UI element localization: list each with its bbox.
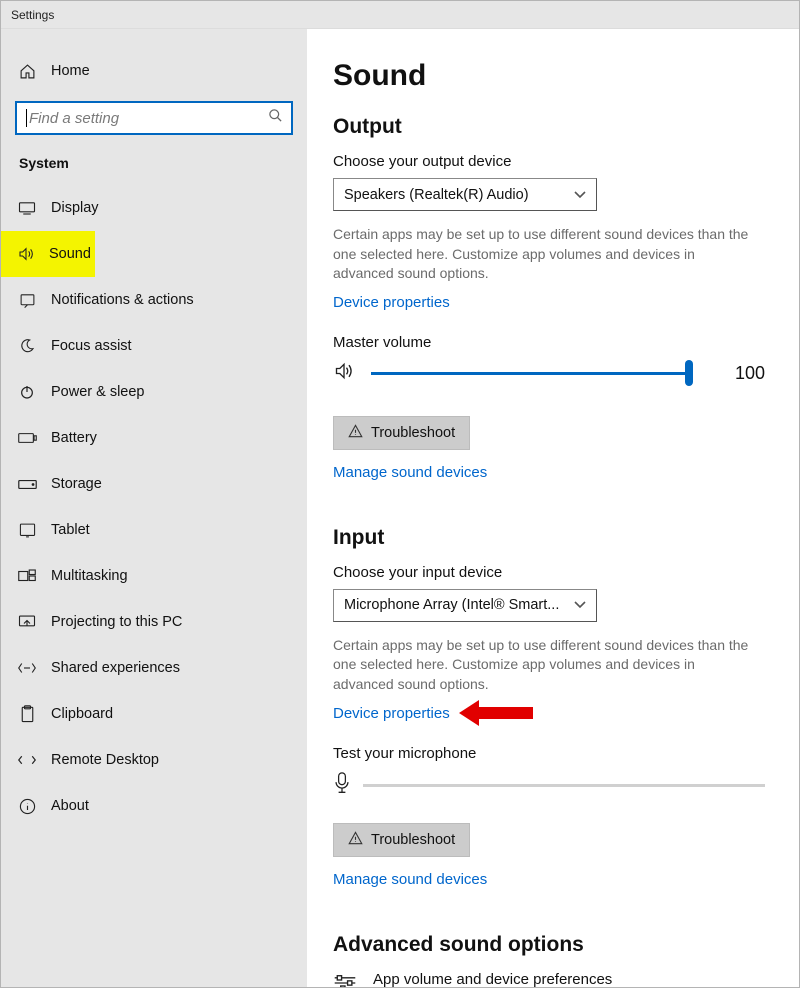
microphone-icon xyxy=(333,772,351,799)
sidebar-item-tablet[interactable]: Tablet xyxy=(1,507,307,553)
home-label: Home xyxy=(51,63,90,79)
sliders-icon xyxy=(333,973,357,987)
app-volume-item[interactable]: App volume and device preferences Custom… xyxy=(333,971,765,987)
advanced-item-title: App volume and device preferences xyxy=(373,971,734,987)
button-label: Troubleshoot xyxy=(371,425,455,441)
input-device-properties-link[interactable]: Device properties xyxy=(333,705,450,722)
sidebar-item-clipboard[interactable]: Clipboard xyxy=(1,691,307,737)
sidebar-item-battery[interactable]: Battery xyxy=(1,415,307,461)
sidebar-item-label: Battery xyxy=(51,430,97,446)
sidebar-item-label: Clipboard xyxy=(51,706,113,722)
advanced-heading: Advanced sound options xyxy=(333,933,765,957)
sidebar-item-label: Notifications & actions xyxy=(51,292,194,308)
sidebar-item-focus-assist[interactable]: Focus assist xyxy=(1,323,307,369)
search-input[interactable] xyxy=(27,109,268,128)
sidebar-item-storage[interactable]: Storage xyxy=(1,461,307,507)
notification-icon xyxy=(17,292,37,309)
sidebar-item-label: Focus assist xyxy=(51,338,132,354)
output-device-value: Speakers (Realtek(R) Audio) xyxy=(344,187,529,203)
annotation-arrow xyxy=(477,707,533,719)
monitor-icon xyxy=(17,201,37,215)
sidebar-item-label: Multitasking xyxy=(51,568,128,584)
sidebar-item-sound[interactable]: Sound xyxy=(1,231,95,277)
main-panel: Sound Output Choose your output device S… xyxy=(307,29,799,987)
sidebar-item-multitasking[interactable]: Multitasking xyxy=(1,553,307,599)
clipboard-icon xyxy=(17,705,37,723)
sidebar-item-label: Storage xyxy=(51,476,102,492)
input-troubleshoot-button[interactable]: Troubleshoot xyxy=(333,823,470,857)
text-caret xyxy=(26,109,27,127)
master-volume-label: Master volume xyxy=(333,334,765,351)
sidebar-item-label: Shared experiences xyxy=(51,660,180,676)
warning-icon xyxy=(348,831,363,849)
shared-icon xyxy=(17,661,37,675)
sidebar: Home System Display Sound xyxy=(1,29,307,987)
sidebar-item-notifications[interactable]: Notifications & actions xyxy=(1,277,307,323)
project-icon xyxy=(17,614,37,630)
input-manage-link[interactable]: Manage sound devices xyxy=(333,871,487,888)
remote-icon xyxy=(17,753,37,767)
search-box[interactable] xyxy=(15,101,293,135)
nav-list: Display Sound Notifications & actions Fo… xyxy=(1,185,307,829)
sidebar-item-power[interactable]: Power & sleep xyxy=(1,369,307,415)
sidebar-item-display[interactable]: Display xyxy=(1,185,307,231)
output-description: Certain apps may be set up to use differ… xyxy=(333,225,753,284)
sidebar-item-about[interactable]: About xyxy=(1,783,307,829)
sidebar-item-label: Sound xyxy=(49,246,91,262)
moon-icon xyxy=(17,338,37,354)
input-heading: Input xyxy=(333,526,765,550)
page-title: Sound xyxy=(333,59,765,93)
storage-icon xyxy=(17,479,37,490)
home-link[interactable]: Home xyxy=(1,47,307,95)
tablet-icon xyxy=(17,523,37,538)
input-choose-label: Choose your input device xyxy=(333,564,765,581)
sidebar-item-label: Remote Desktop xyxy=(51,752,159,768)
power-icon xyxy=(17,384,37,400)
sidebar-item-label: About xyxy=(51,798,89,814)
button-label: Troubleshoot xyxy=(371,832,455,848)
sidebar-section-title: System xyxy=(1,149,307,185)
chevron-down-icon xyxy=(574,187,586,203)
home-icon xyxy=(17,63,37,80)
window-titlebar: Settings xyxy=(1,1,799,29)
info-icon xyxy=(17,798,37,815)
output-manage-link[interactable]: Manage sound devices xyxy=(333,464,487,481)
sidebar-item-remote[interactable]: Remote Desktop xyxy=(1,737,307,783)
multitasking-icon xyxy=(17,569,37,583)
output-device-properties-link[interactable]: Device properties xyxy=(333,294,450,311)
slider-thumb[interactable] xyxy=(685,360,693,386)
sidebar-item-label: Projecting to this PC xyxy=(51,614,182,630)
speaker-icon xyxy=(333,361,355,386)
warning-icon xyxy=(348,424,363,442)
master-volume-slider[interactable] xyxy=(371,361,689,385)
search-icon xyxy=(268,108,283,128)
sidebar-item-shared[interactable]: Shared experiences xyxy=(1,645,307,691)
mic-level-meter xyxy=(363,784,765,787)
output-troubleshoot-button[interactable]: Troubleshoot xyxy=(333,416,470,450)
output-choose-label: Choose your output device xyxy=(333,153,765,170)
test-mic-label: Test your microphone xyxy=(333,745,765,762)
volume-value: 100 xyxy=(725,363,765,384)
window-title: Settings xyxy=(11,8,54,22)
input-description: Certain apps may be set up to use differ… xyxy=(333,636,753,695)
output-heading: Output xyxy=(333,115,765,139)
chevron-down-icon xyxy=(574,597,586,613)
input-device-value: Microphone Array (Intel® Smart... xyxy=(344,597,559,613)
sidebar-item-label: Display xyxy=(51,200,99,216)
battery-icon xyxy=(17,432,37,444)
sidebar-item-label: Power & sleep xyxy=(51,384,145,400)
sidebar-item-label: Tablet xyxy=(51,522,90,538)
input-device-dropdown[interactable]: Microphone Array (Intel® Smart... xyxy=(333,589,597,622)
speaker-icon xyxy=(17,246,35,262)
output-device-dropdown[interactable]: Speakers (Realtek(R) Audio) xyxy=(333,178,597,211)
sidebar-item-projecting[interactable]: Projecting to this PC xyxy=(1,599,307,645)
